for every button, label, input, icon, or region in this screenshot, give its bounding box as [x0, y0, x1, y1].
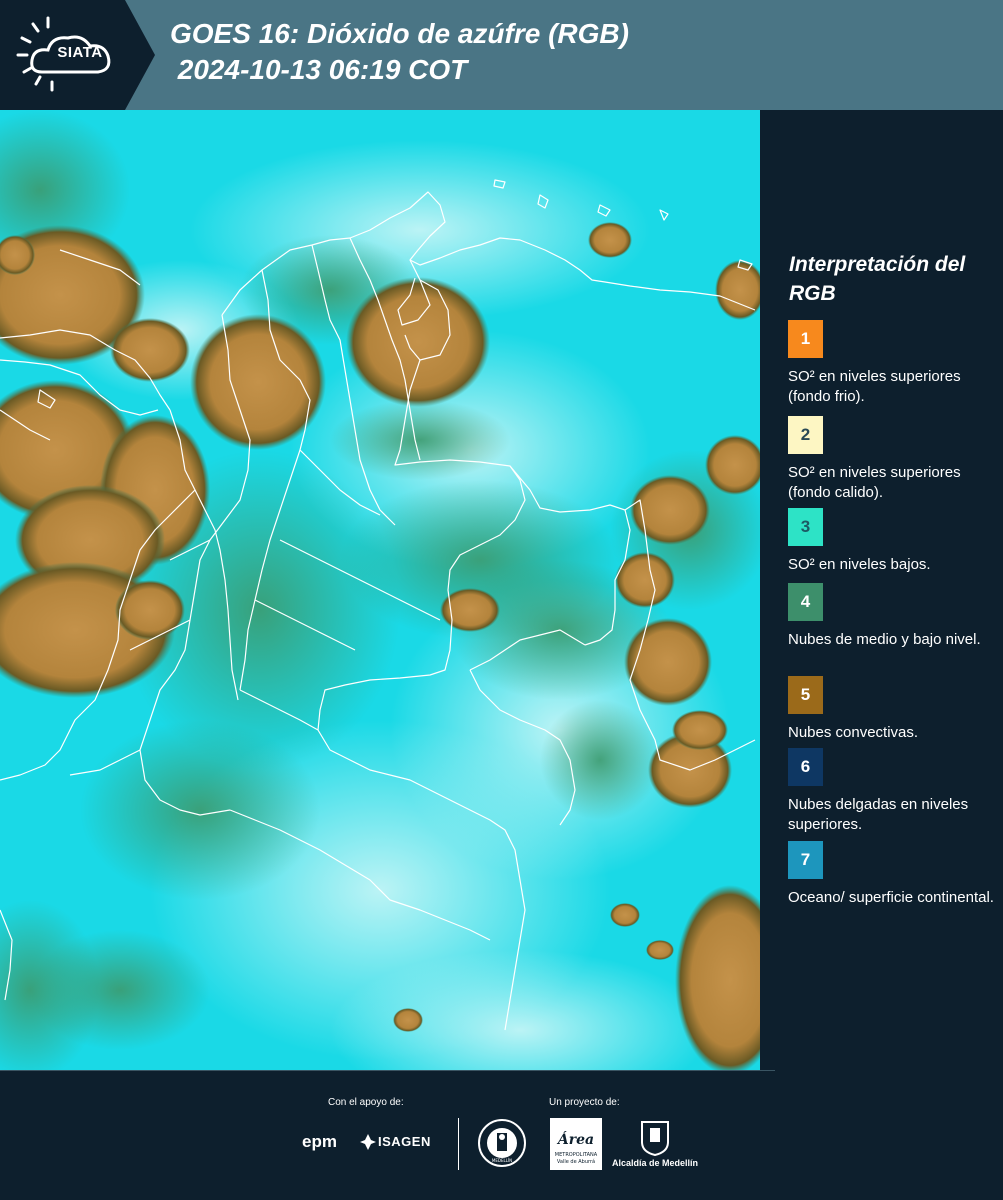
area-metropolitana-logo: Área METROPOLITANA Valle de Aburrá	[550, 1118, 602, 1170]
legend-label-5: Nubes convectivas.	[788, 724, 919, 741]
legend-item-4: 4 Nubes de medio y bajo nivel.	[788, 583, 998, 650]
header-bar: SIATA GOES 16: Dióxido de azúfre (RGB) 2…	[0, 0, 1003, 110]
legend-label-2: SO² en niveles superiores (fondo calido)…	[788, 464, 961, 501]
project-label: Un proyecto de:	[549, 1097, 620, 1108]
svg-text:MEDELLÍN: MEDELLÍN	[492, 1158, 512, 1163]
page-title: GOES 16: Dióxido de azúfre (RGB) 2024-10…	[170, 18, 629, 85]
legend-swatch-3: 3	[788, 508, 823, 546]
legend-item-7: 7 Oceano/ superficie continental.	[788, 841, 998, 908]
legend-swatch-4: 4	[788, 583, 823, 621]
legend-title: Interpretación del RGB	[789, 253, 966, 305]
legend-item-3: 3 SO² en niveles bajos.	[788, 508, 998, 575]
satellite-map	[0, 110, 760, 1070]
siata-logo-text: SIATA	[57, 44, 103, 61]
isagen-logo: ISAGEN	[378, 1134, 431, 1149]
legend-label-1: SO² en niveles superiores (fondo frio).	[788, 368, 961, 405]
svg-text:Área: Área	[556, 1130, 594, 1148]
isagen-mark-icon	[360, 1134, 376, 1150]
legend-swatch-6: 6	[788, 748, 823, 786]
footer-separator	[458, 1118, 459, 1170]
legend-swatch-7: 7	[788, 841, 823, 879]
footer-divider-line	[0, 1070, 775, 1071]
legend-item-5: 5 Nubes convectivas.	[788, 676, 998, 743]
legend-swatch-5: 5	[788, 676, 823, 714]
svg-text:METROPOLITANA: METROPOLITANA	[555, 1152, 598, 1158]
legend-swatch-1: 1	[788, 320, 823, 358]
alcaldia-label: Alcaldía de Medellín	[612, 1158, 699, 1168]
alcaldia-shield-icon	[641, 1121, 669, 1156]
legend-label-4: Nubes de medio y bajo nivel.	[788, 631, 981, 648]
legend-item-6: 6 Nubes delgadas en niveles superiores.	[788, 748, 998, 835]
support-label: Con el apoyo de:	[328, 1097, 404, 1108]
legend-item-2: 2 SO² en niveles superiores (fondo calid…	[788, 416, 998, 503]
legend-label-6: Nubes delgadas en niveles superiores.	[788, 796, 969, 833]
legend-label-7: Oceano/ superficie continental.	[788, 889, 994, 906]
legend-swatch-2: 2	[788, 416, 823, 454]
siata-logo: SIATA	[0, 0, 155, 110]
epm-logo: epm	[302, 1132, 337, 1151]
legend-label-3: SO² en niveles bajos.	[788, 556, 931, 573]
footer: Con el apoyo de: Un proyecto de: epm ISA…	[0, 1070, 1003, 1200]
medellin-seal-icon: MEDELLÍN	[478, 1119, 526, 1167]
legend-item-1: 1 SO² en niveles superiores (fondo frio)…	[788, 320, 998, 407]
svg-text:Valle de Aburrá: Valle de Aburrá	[557, 1158, 595, 1165]
legend-panel: Interpretación del RGB 1 SO² en niveles …	[760, 110, 1003, 1070]
